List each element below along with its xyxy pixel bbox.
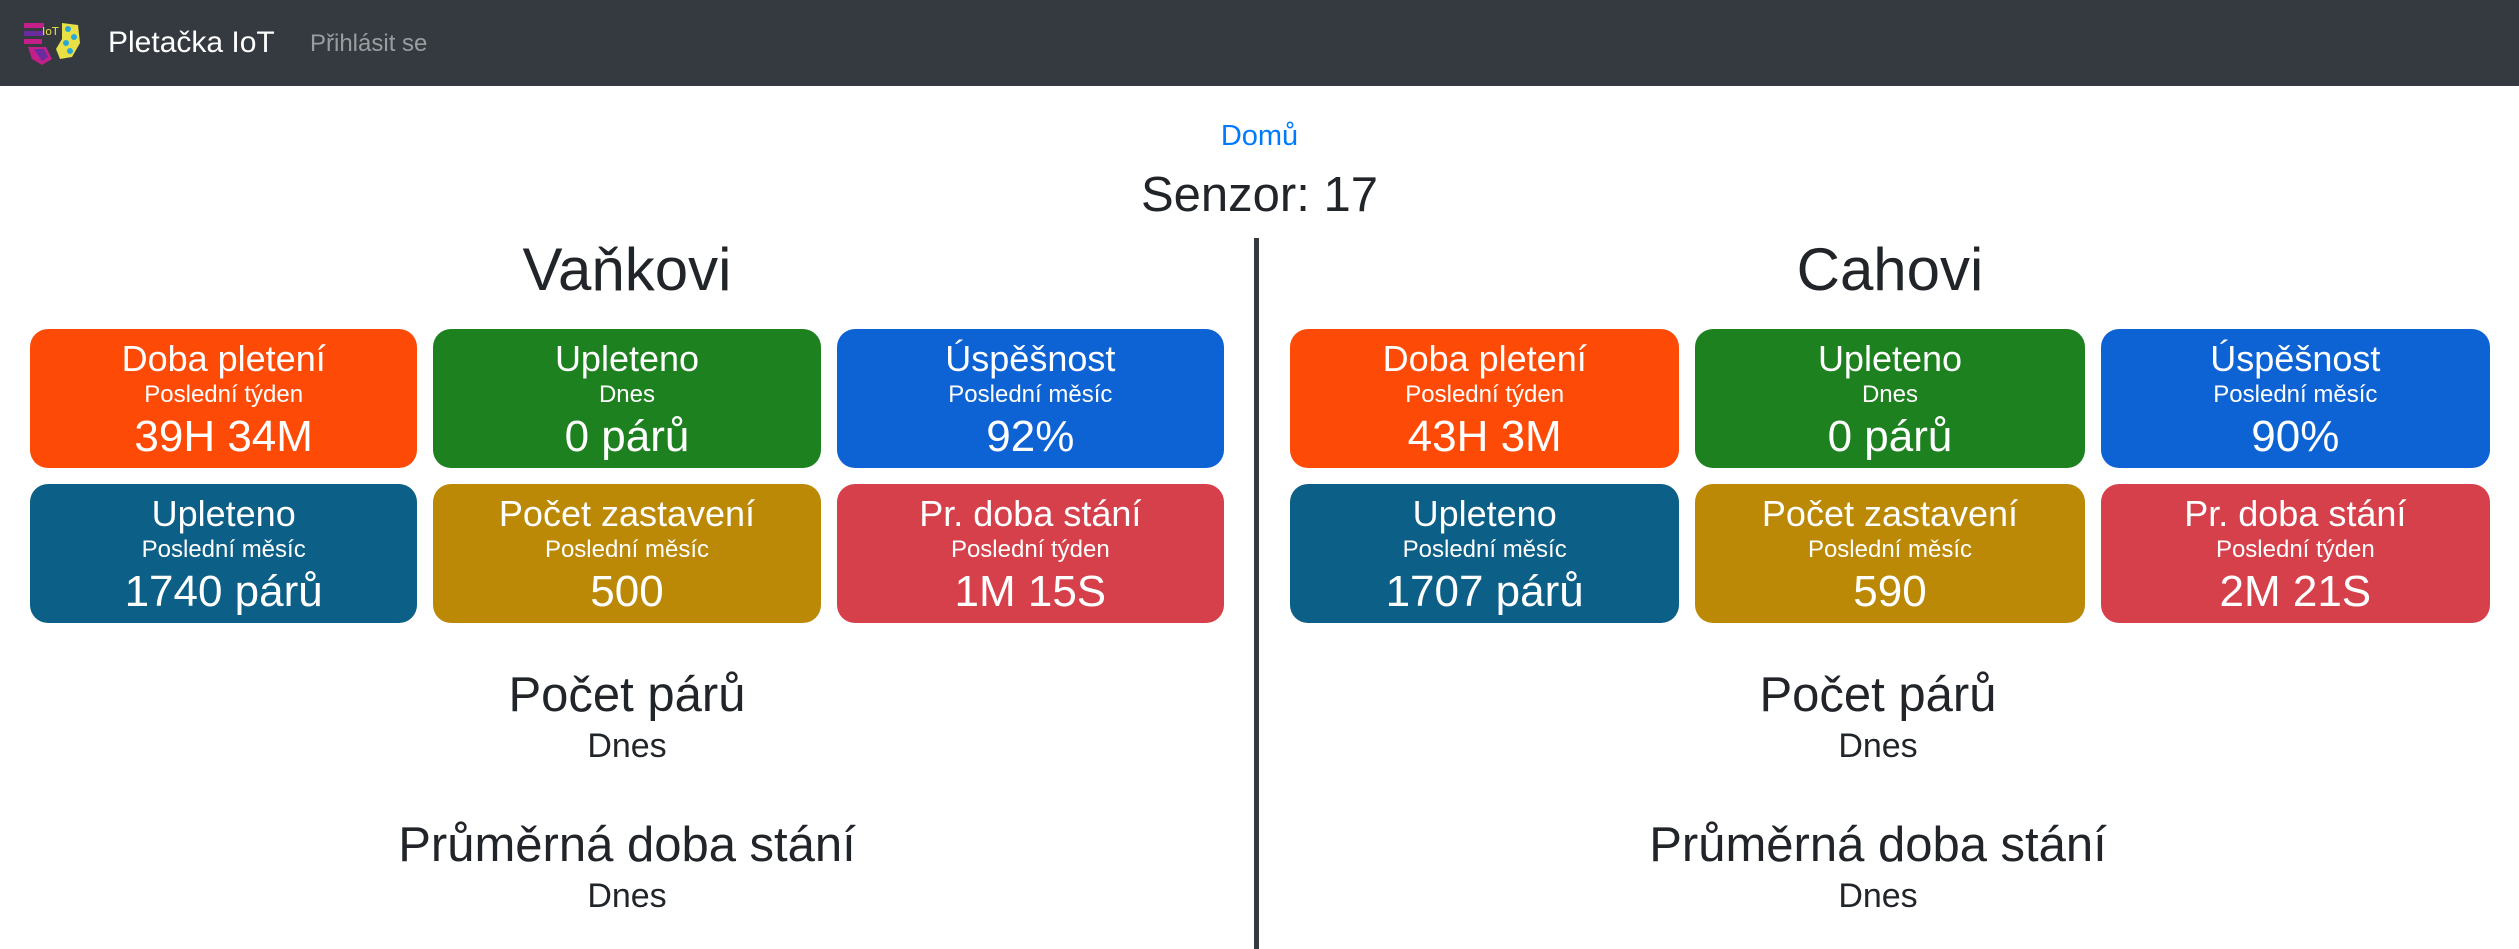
stat-card-period: Poslední týden [144, 381, 304, 408]
household-name: Vaňkovi [522, 236, 732, 303]
stat-card-period: Dnes [598, 381, 655, 408]
pairs-chart-title: Počet párů [1759, 668, 1997, 722]
home-link[interactable]: Domů [0, 118, 2519, 154]
svg-text:IoT: IoT [42, 25, 59, 38]
stat-card-value: 1740 párů [124, 567, 323, 616]
household-column-right: Cahovi Doba pletení Poslední týden 43H 3… [1290, 230, 2490, 917]
sensor-title: Senzor: 17 [1141, 168, 1378, 222]
stat-card-period: Poslední týden [950, 536, 1110, 563]
stat-card-period: Poslední týden [2215, 536, 2375, 563]
stat-card-knitting-time: Doba pletení Poslední týden 43H 3M [1290, 329, 1680, 468]
column-divider [1254, 238, 1259, 949]
stat-card-title: Pr. doba stání [919, 493, 1142, 534]
avg-downtime-chart-period: Dnes [1838, 877, 1918, 915]
stat-card-title: Upleteno [151, 493, 296, 534]
stat-card-title: Doba pletení [121, 338, 326, 379]
stat-card-period: Poslední měsíc [1807, 536, 1973, 563]
stat-card-value: 2M 21S [2219, 567, 2372, 616]
pairs-chart-period: Dnes [1838, 727, 1918, 765]
stats-grid: Doba pletení Poslední týden 39H 34M Uple… [30, 329, 1224, 623]
household-column-left: Vaňkovi Doba pletení Poslední týden 39H … [30, 230, 1224, 917]
avg-downtime-chart-title: Průměrná doba stání [1649, 818, 2107, 872]
stats-grid: Doba pletení Poslední týden 43H 3M Uplet… [1290, 329, 2490, 623]
brand-logo-icon[interactable]: IoT [22, 19, 84, 67]
stat-card-stop-count: Počet zastavení Poslední měsíc 590 [1695, 484, 2085, 623]
navbar: IoT Pletačka IoT Přihlásit se [0, 0, 2519, 86]
stat-card-period: Poslední měsíc [1402, 536, 1567, 563]
stat-card-value: 39H 34M [134, 412, 313, 461]
stat-card-value: 43H 3M [1407, 412, 1562, 461]
brand-title[interactable]: Pletačka IoT [108, 24, 275, 62]
stat-card-value: 500 [590, 567, 664, 616]
stat-card-title: Pr. doba stání [2184, 493, 2407, 534]
stat-card-value: 0 párů [564, 412, 690, 461]
stat-card-period: Poslední měsíc [544, 536, 710, 563]
login-link[interactable]: Přihlásit se [310, 28, 427, 60]
stat-card-value: 90% [2251, 412, 2340, 461]
stat-card-period: Poslední týden [1405, 381, 1565, 408]
stat-card-knitted-today: Upleteno Dnes 0 párů [1695, 329, 2085, 468]
stat-card-value: 0 párů [1827, 412, 1953, 461]
avg-downtime-chart-period: Dnes [587, 877, 667, 915]
stat-card-success-rate: Úspěšnost Poslední měsíc 92% [836, 329, 1224, 468]
household-name: Cahovi [1796, 236, 1984, 303]
stat-card-period: Dnes [1861, 381, 1918, 408]
stat-card-knitted-month: Upleteno Poslední měsíc 1707 párů [1290, 484, 1680, 623]
stat-card-title: Upleteno [1817, 338, 1963, 379]
stat-card-avg-downtime: Pr. doba stání Poslední týden 1M 15S [836, 484, 1224, 623]
stat-card-period: Poslední měsíc [141, 536, 306, 563]
pairs-chart-period: Dnes [587, 727, 667, 765]
stat-card-title: Úspěšnost [2210, 338, 2381, 379]
pairs-chart-title: Počet párů [508, 668, 746, 722]
stat-card-knitted-today: Upleteno Dnes 0 párů [433, 329, 821, 468]
stat-card-period: Poslední měsíc [2213, 381, 2378, 408]
stat-card-value: 590 [1853, 567, 1927, 616]
stat-card-title: Upleteno [554, 338, 700, 379]
stat-card-knitting-time: Doba pletení Poslední týden 39H 34M [30, 329, 418, 468]
stat-card-stop-count: Počet zastavení Poslední měsíc 500 [433, 484, 821, 623]
stat-card-title: Počet zastavení [498, 493, 756, 534]
stat-card-avg-downtime: Pr. doba stání Poslední týden 2M 21S [2100, 484, 2490, 623]
stat-card-success-rate: Úspěšnost Poslední měsíc 90% [2100, 329, 2490, 468]
stat-card-value: 1707 párů [1385, 567, 1584, 616]
stat-card-value: 1M 15S [954, 567, 1107, 616]
stat-card-title: Úspěšnost [945, 338, 1116, 379]
stat-card-title: Počet zastavení [1761, 493, 2019, 534]
avg-downtime-chart-title: Průměrná doba stání [398, 818, 856, 872]
stat-card-title: Doba pletení [1382, 338, 1587, 379]
stat-card-title: Upleteno [1412, 493, 1557, 534]
stat-card-period: Poslední měsíc [948, 381, 1113, 408]
stat-card-value: 92% [986, 412, 1075, 461]
stat-card-knitted-month: Upleteno Poslední měsíc 1740 párů [30, 484, 418, 623]
